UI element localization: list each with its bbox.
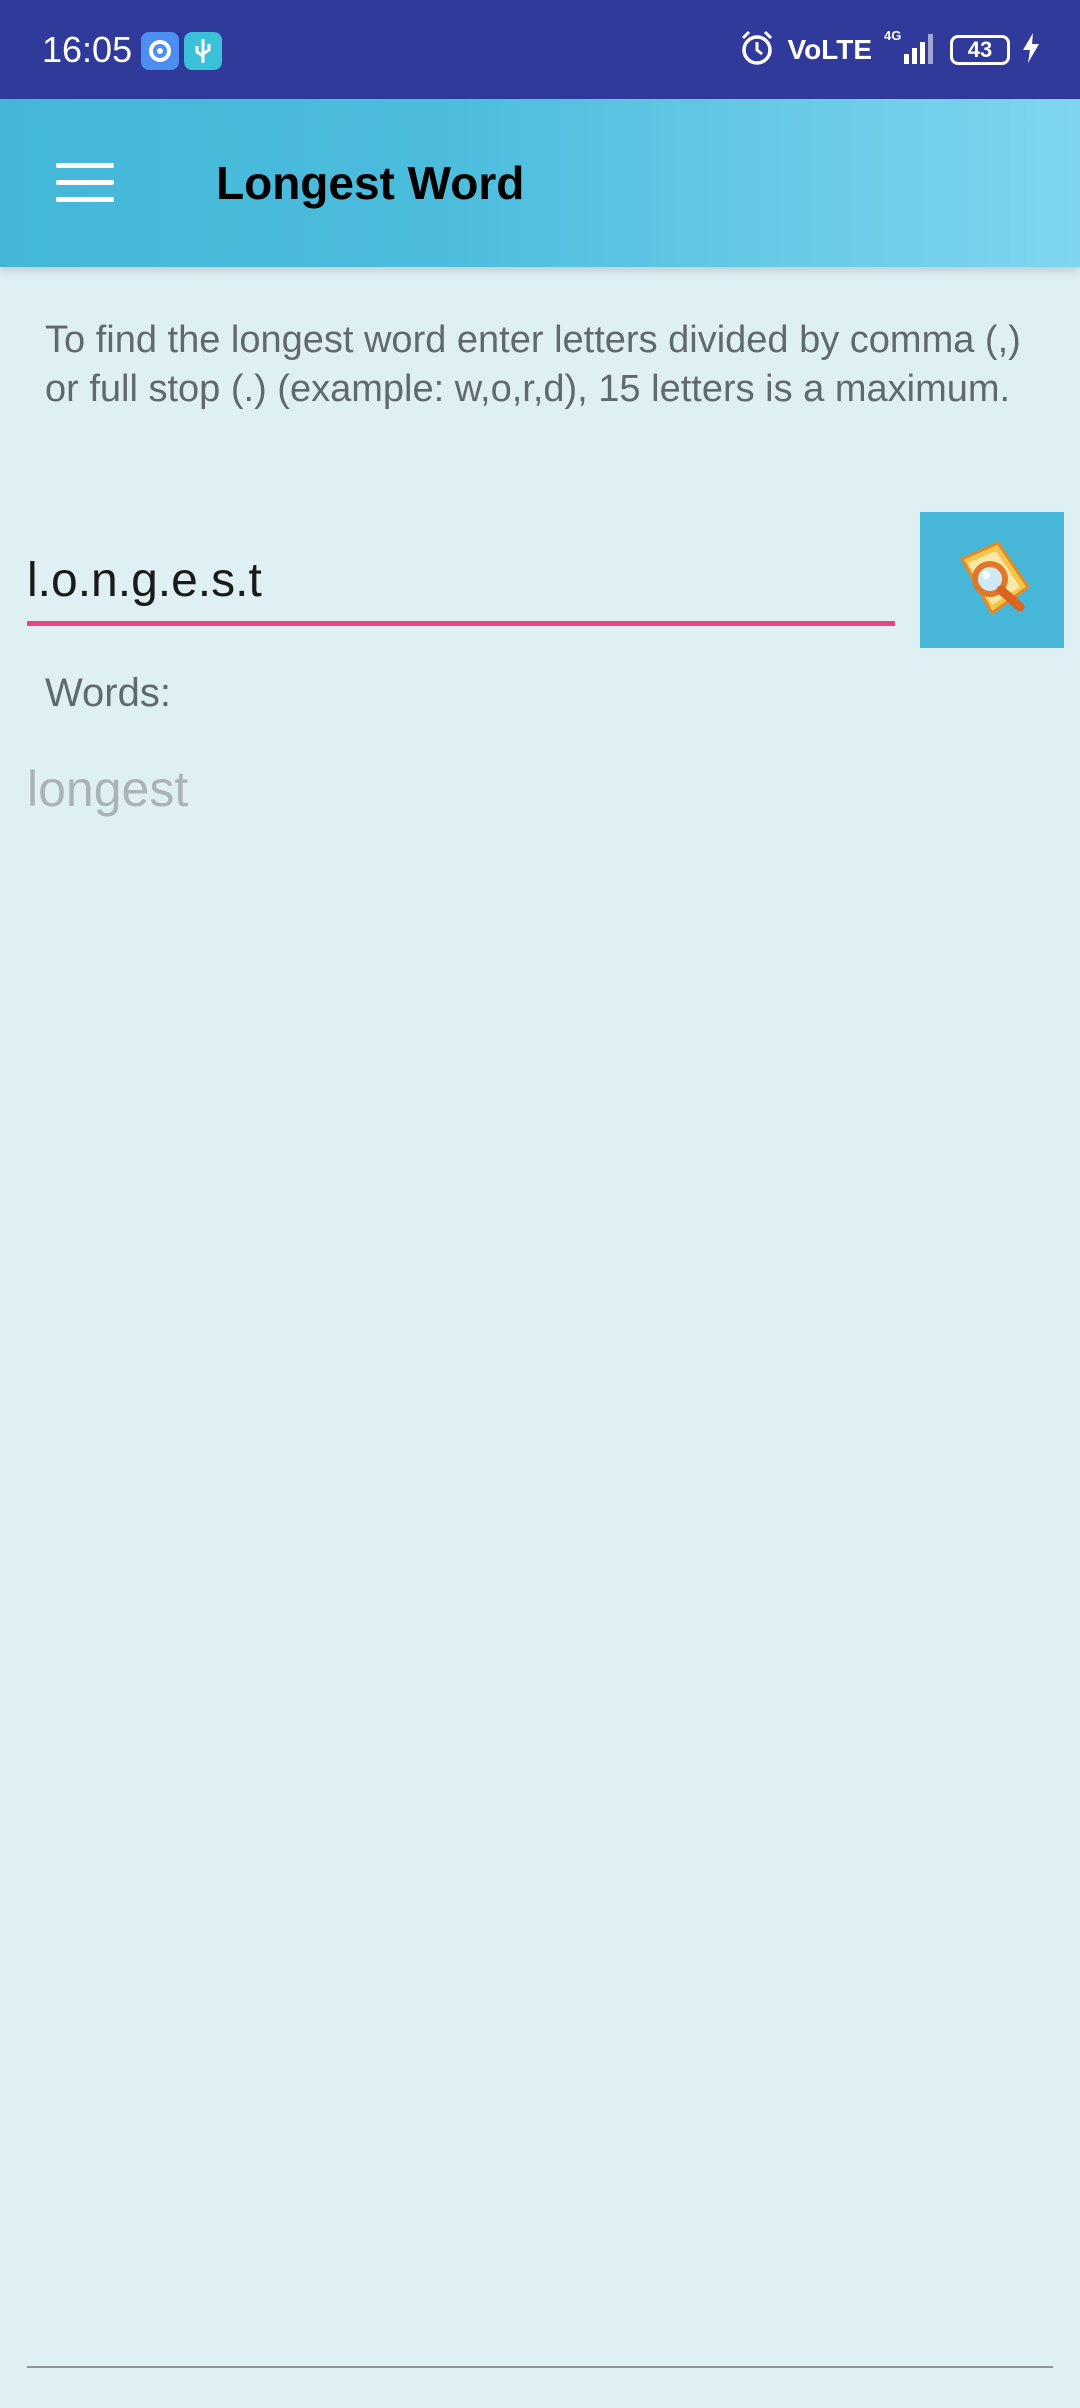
battery-indicator: 43: [950, 35, 1010, 65]
status-right-cluster: VoLTE 4G 43: [737, 26, 1042, 74]
status-bar: 16:05 VoLTE 4G 43: [0, 0, 1080, 99]
status-time: 16:05: [42, 29, 133, 70]
bottom-divider: [27, 2366, 1053, 2368]
hamburger-menu-icon[interactable]: [56, 163, 114, 203]
instructions-text: To find the longest word enter letters d…: [45, 319, 1021, 410]
charging-icon: [1020, 31, 1042, 70]
svg-text:4G: 4G: [884, 28, 901, 43]
search-icon: [942, 540, 1042, 632]
alarm-icon: [737, 28, 777, 73]
app-bar: Longest Word: [0, 99, 1080, 267]
letters-input[interactable]: [27, 540, 895, 626]
result-word: longest: [27, 761, 189, 817]
settings-app-icon: [141, 32, 179, 70]
signal-icon: 4G: [882, 28, 940, 73]
volte-label: VoLTE: [787, 34, 872, 65]
usb-icon: [184, 32, 222, 70]
app-title: Longest Word: [216, 157, 525, 209]
words-label: Words:: [45, 671, 171, 715]
search-button[interactable]: [920, 512, 1064, 648]
